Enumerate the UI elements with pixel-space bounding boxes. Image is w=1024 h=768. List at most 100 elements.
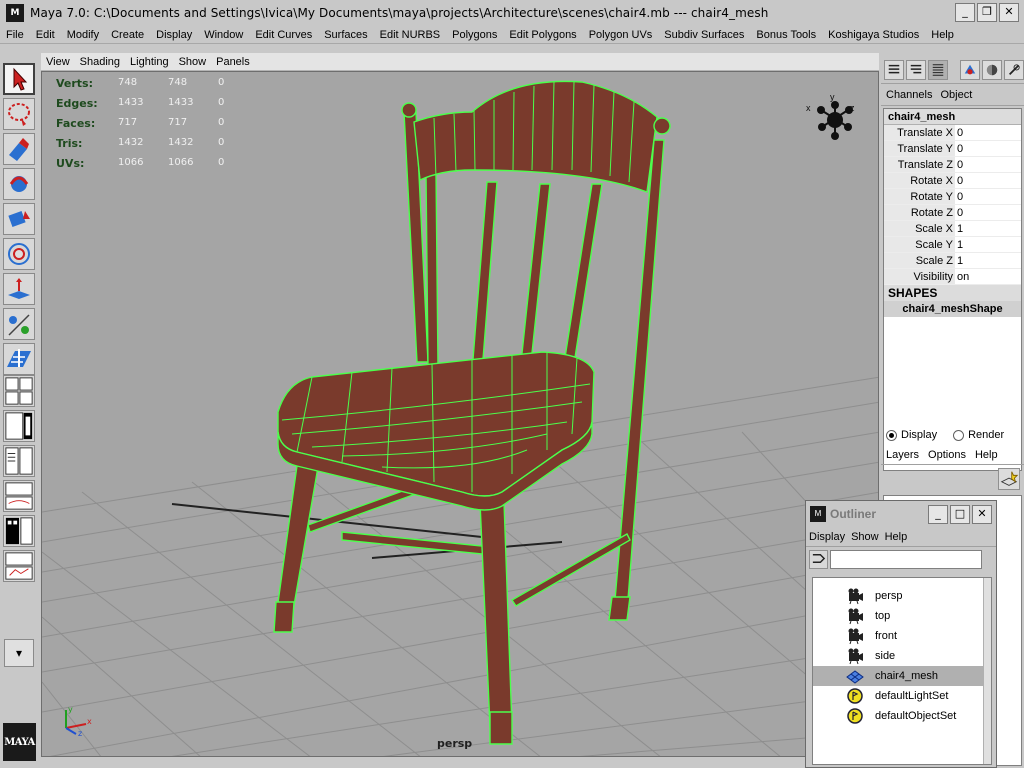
perspective-viewport[interactable]: Verts: 748 748 0 Edges: 1433 1433 0 Faces: 717 717… <box>41 71 879 757</box>
attribute-row[interactable]: Translate X0 <box>884 125 1021 141</box>
display-radio[interactable] <box>886 429 897 441</box>
attribute-row[interactable]: Translate Y0 <box>884 141 1021 157</box>
layout-four-panes-button[interactable] <box>3 375 35 407</box>
channels-menu[interactable]: Channels <box>886 89 932 101</box>
attribute-row[interactable]: Scale X1 <box>884 221 1021 237</box>
attribute-value[interactable]: 0 <box>955 141 1021 156</box>
layout-persp-graph-button[interactable] <box>3 445 35 477</box>
attribute-value[interactable]: 0 <box>955 173 1021 188</box>
attribute-value[interactable]: 0 <box>955 205 1021 220</box>
outliner-menu-display[interactable]: Display <box>809 531 845 543</box>
render-radio[interactable] <box>953 429 965 441</box>
select-arrow-icon <box>13 67 28 91</box>
menu-koshigaya-studios[interactable]: Koshigaya Studios <box>822 26 925 44</box>
outliner-menu-show[interactable]: Show <box>851 531 879 543</box>
panel-menu-shading[interactable]: Shading <box>75 56 125 68</box>
last-tool-button[interactable] <box>3 343 35 375</box>
attribute-value[interactable]: on <box>955 269 1021 284</box>
menu-file[interactable]: File <box>0 26 30 44</box>
show-both-button[interactable] <box>928 59 948 80</box>
outliner-titlebar[interactable]: M Outliner _ □ ✕ <box>806 501 996 527</box>
outliner-item[interactable]: top <box>813 606 991 626</box>
layer-menu-options[interactable]: Options <box>928 449 966 461</box>
selected-object-name[interactable]: chair4_mesh <box>884 109 1021 125</box>
tool-settings-button[interactable] <box>1004 59 1024 80</box>
attribute-row[interactable]: Translate Z0 <box>884 157 1021 173</box>
attribute-value[interactable]: 1 <box>955 237 1021 252</box>
outliner-item[interactable]: persp <box>813 586 991 606</box>
soft-mod-tool-button[interactable] <box>3 308 35 340</box>
layer-menu-layers[interactable]: Layers <box>886 449 919 461</box>
panel-menu-show[interactable]: Show <box>174 56 212 68</box>
menu-edit[interactable]: Edit <box>30 26 61 44</box>
show-manipulator-tool-button[interactable] <box>3 273 35 305</box>
outliner-search-input[interactable] <box>830 549 982 569</box>
attribute-row[interactable]: Rotate X0 <box>884 173 1021 189</box>
attribute-row[interactable]: Rotate Z0 <box>884 205 1021 221</box>
menu-polygon-uvs[interactable]: Polygon UVs <box>583 26 659 44</box>
filter-toggle-button[interactable] <box>809 549 828 569</box>
layout-dropdown-button[interactable]: ▾ <box>4 639 34 667</box>
menu-modify[interactable]: Modify <box>61 26 105 44</box>
outliner-minimize-button[interactable]: _ <box>928 505 948 524</box>
outliner-close-button[interactable]: ✕ <box>972 505 992 524</box>
close-button[interactable]: ✕ <box>999 3 1019 22</box>
object-menu[interactable]: Object <box>940 89 972 101</box>
layout-persp-graph-vertical-button[interactable] <box>3 550 35 582</box>
outliner-maximize-button[interactable]: □ <box>950 505 970 524</box>
outliner-item[interactable]: chair4_mesh <box>813 666 991 686</box>
view-axis-x-label: x <box>806 103 811 113</box>
outliner-item[interactable]: side <box>813 646 991 666</box>
attribute-row[interactable]: Scale Y1 <box>884 237 1021 253</box>
panel-menu-lighting[interactable]: Lighting <box>125 56 174 68</box>
menu-window[interactable]: Window <box>198 26 249 44</box>
attribute-row[interactable]: Visibility on <box>884 269 1021 285</box>
layer-menu-help[interactable]: Help <box>975 449 998 461</box>
attribute-value[interactable]: 0 <box>955 189 1021 204</box>
menu-create[interactable]: Create <box>105 26 150 44</box>
menu-help[interactable]: Help <box>925 26 960 44</box>
new-layer-button[interactable] <box>998 468 1020 490</box>
shape-node-name[interactable]: chair4_meshShape <box>884 301 1021 317</box>
lasso-tool-button[interactable] <box>3 98 35 130</box>
attribute-row[interactable]: Rotate Y0 <box>884 189 1021 205</box>
attribute-value[interactable]: 0 <box>955 157 1021 172</box>
paint-select-tool-button[interactable] <box>3 133 35 165</box>
outliner-item[interactable]: front <box>813 626 991 646</box>
menu-edit-nurbs[interactable]: Edit NURBS <box>374 26 447 44</box>
attribute-value[interactable]: 1 <box>955 253 1021 268</box>
outliner-item[interactable]: defaultObjectSet <box>813 706 991 726</box>
attribute-name: Translate Z <box>884 157 955 172</box>
menu-subdiv-surfaces[interactable]: Subdiv Surfaces <box>658 26 750 44</box>
menu-bonus-tools[interactable]: Bonus Tools <box>750 26 822 44</box>
menu-polygons[interactable]: Polygons <box>446 26 503 44</box>
hud-stat-value: 1432 <box>118 137 144 148</box>
outliner-menu-help[interactable]: Help <box>885 531 908 543</box>
maximize-button[interactable]: ❐ <box>977 3 997 22</box>
select-tool-button[interactable] <box>3 63 35 95</box>
minimize-button[interactable]: _ <box>955 3 975 22</box>
move-tool-button[interactable] <box>3 168 35 200</box>
modeling-toolkit-button[interactable] <box>960 59 980 80</box>
outliner-scrollbar[interactable] <box>983 578 991 764</box>
attribute-value[interactable]: 0 <box>955 125 1021 140</box>
layout-hypershade-button[interactable] <box>3 480 35 512</box>
hud-stat-selected: 748 <box>168 77 188 88</box>
attribute-editor-button[interactable] <box>982 59 1002 80</box>
menu-edit-curves[interactable]: Edit Curves <box>249 26 318 44</box>
menu-display[interactable]: Display <box>150 26 198 44</box>
last-tool-icon <box>7 349 31 367</box>
rotate-tool-button[interactable] <box>3 203 35 235</box>
scale-tool-button[interactable] <box>3 238 35 270</box>
menu-edit-polygons[interactable]: Edit Polygons <box>503 26 582 44</box>
panel-menu-panels[interactable]: Panels <box>211 56 255 68</box>
show-channel-box-button[interactable] <box>884 59 904 80</box>
outliner-item[interactable]: defaultLightSet <box>813 686 991 706</box>
attribute-row[interactable]: Scale Z1 <box>884 253 1021 269</box>
panel-menu-view[interactable]: View <box>41 56 75 68</box>
show-layer-editor-button[interactable] <box>906 59 926 80</box>
layout-persp-trax-button[interactable] <box>3 515 35 547</box>
attribute-value[interactable]: 1 <box>955 221 1021 236</box>
menu-surfaces[interactable]: Surfaces <box>318 26 373 44</box>
layout-persp-outliner-button[interactable] <box>3 410 35 442</box>
